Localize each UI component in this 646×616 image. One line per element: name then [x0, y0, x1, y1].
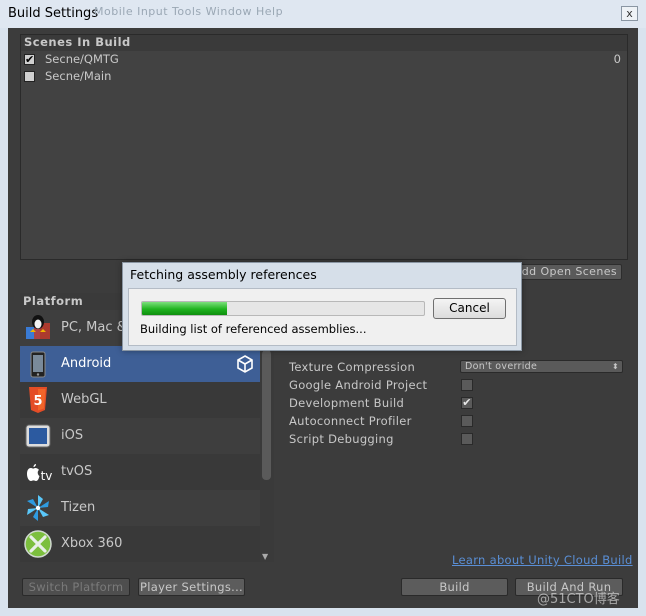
unity-logo-icon: [237, 355, 253, 373]
scrollbar-thumb[interactable]: [262, 350, 271, 480]
platform-item-android[interactable]: Android: [20, 346, 260, 382]
development-build-checkbox[interactable]: ✔: [461, 397, 473, 409]
google-android-project-checkbox[interactable]: [461, 379, 473, 391]
html5-icon: 5: [29, 387, 47, 413]
scene-checkbox[interactable]: ✔: [24, 54, 35, 65]
platform-item-xbox360[interactable]: Xbox 360: [20, 526, 260, 562]
apple-tv-icon: tv: [27, 464, 53, 483]
platform-label: WebGL: [61, 392, 107, 407]
development-build-label: Development Build: [289, 396, 405, 410]
progress-bar-fill: [142, 302, 227, 315]
texture-compression-value: Don't override: [465, 361, 538, 372]
add-open-scenes-button[interactable]: Add Open Scenes: [513, 264, 622, 280]
dialog-body: Cancel Building list of referenced assem…: [128, 288, 517, 346]
dialog-status-text: Building list of referenced assemblies..…: [140, 322, 367, 336]
scene-name: Secne/Main: [45, 69, 112, 83]
title-bar[interactable]: Build Settings Mobile Input Tools Window…: [0, 0, 646, 28]
ios-device-icon: [25, 424, 51, 448]
pc-mac-linux-icon: [26, 315, 50, 339]
dialog-title: Fetching assembly references: [130, 267, 317, 282]
scenes-header: Scenes In Build: [21, 35, 627, 51]
svg-text:5: 5: [33, 394, 42, 409]
google-android-project-label: Google Android Project: [289, 378, 428, 392]
platform-label: Android: [61, 356, 112, 371]
platform-label: tvOS: [61, 464, 93, 479]
platform-item-webgl[interactable]: 5 WebGL: [20, 382, 260, 418]
scenes-in-build-panel: Scenes In Build ✔ Secne/QMTG 0 Secne/Mai…: [20, 34, 628, 260]
texture-compression-dropdown[interactable]: Don't override ⬍: [460, 360, 623, 373]
background-menu-ghost: Mobile Input Tools Window Help: [94, 5, 284, 18]
xbox-icon: [24, 530, 52, 558]
cancel-button[interactable]: Cancel: [433, 298, 506, 319]
tizen-icon: [27, 495, 49, 521]
autoconnect-profiler-row: Autoconnect Profiler: [289, 412, 629, 430]
platform-item-tvos[interactable]: tv tvOS: [20, 454, 260, 490]
watermark-text: @51CTO博客: [537, 592, 620, 607]
android-icon: [30, 351, 46, 378]
cloud-build-link[interactable]: Learn about Unity Cloud Build: [452, 553, 633, 567]
autoconnect-profiler-label: Autoconnect Profiler: [289, 414, 412, 428]
script-debugging-row: Script Debugging: [289, 430, 629, 448]
player-settings-button[interactable]: Player Settings...: [138, 578, 245, 596]
scene-index: 0: [613, 52, 621, 66]
close-button[interactable]: x: [621, 6, 638, 21]
scroll-down-arrow-icon[interactable]: ▼: [262, 552, 268, 561]
platform-item-ios[interactable]: iOS: [20, 418, 260, 454]
google-android-project-row: Google Android Project: [289, 376, 629, 394]
android-settings-panel: Texture Compression Don't override ⬍ Goo…: [289, 358, 629, 448]
fetching-progress-dialog: Fetching assembly references Cancel Buil…: [122, 262, 522, 351]
scene-name: Secne/QMTG: [45, 52, 119, 66]
texture-compression-label: Texture Compression: [289, 360, 416, 374]
scene-checkbox[interactable]: [24, 71, 35, 82]
platform-label: Xbox 360: [61, 536, 123, 551]
scene-row[interactable]: ✔ Secne/QMTG 0: [21, 51, 627, 68]
progress-bar: [141, 301, 425, 316]
build-button[interactable]: Build: [401, 578, 508, 596]
build-settings-window: Build Settings Mobile Input Tools Window…: [0, 0, 646, 616]
window-title: Build Settings: [8, 6, 99, 21]
platform-label: Tizen: [61, 500, 96, 515]
script-debugging-checkbox[interactable]: [461, 433, 473, 445]
dropdown-arrow-icon: ⬍: [611, 362, 619, 371]
svg-text:tv: tv: [41, 469, 53, 483]
switch-platform-button[interactable]: Switch Platform: [22, 578, 130, 596]
scene-row[interactable]: Secne/Main: [21, 68, 627, 85]
platform-item-tizen[interactable]: Tizen: [20, 490, 260, 526]
platform-label: iOS: [61, 428, 84, 443]
texture-compression-row: Texture Compression Don't override ⬍: [289, 358, 629, 376]
autoconnect-profiler-checkbox[interactable]: [461, 415, 473, 427]
development-build-row: Development Build ✔: [289, 394, 629, 412]
script-debugging-label: Script Debugging: [289, 432, 394, 446]
